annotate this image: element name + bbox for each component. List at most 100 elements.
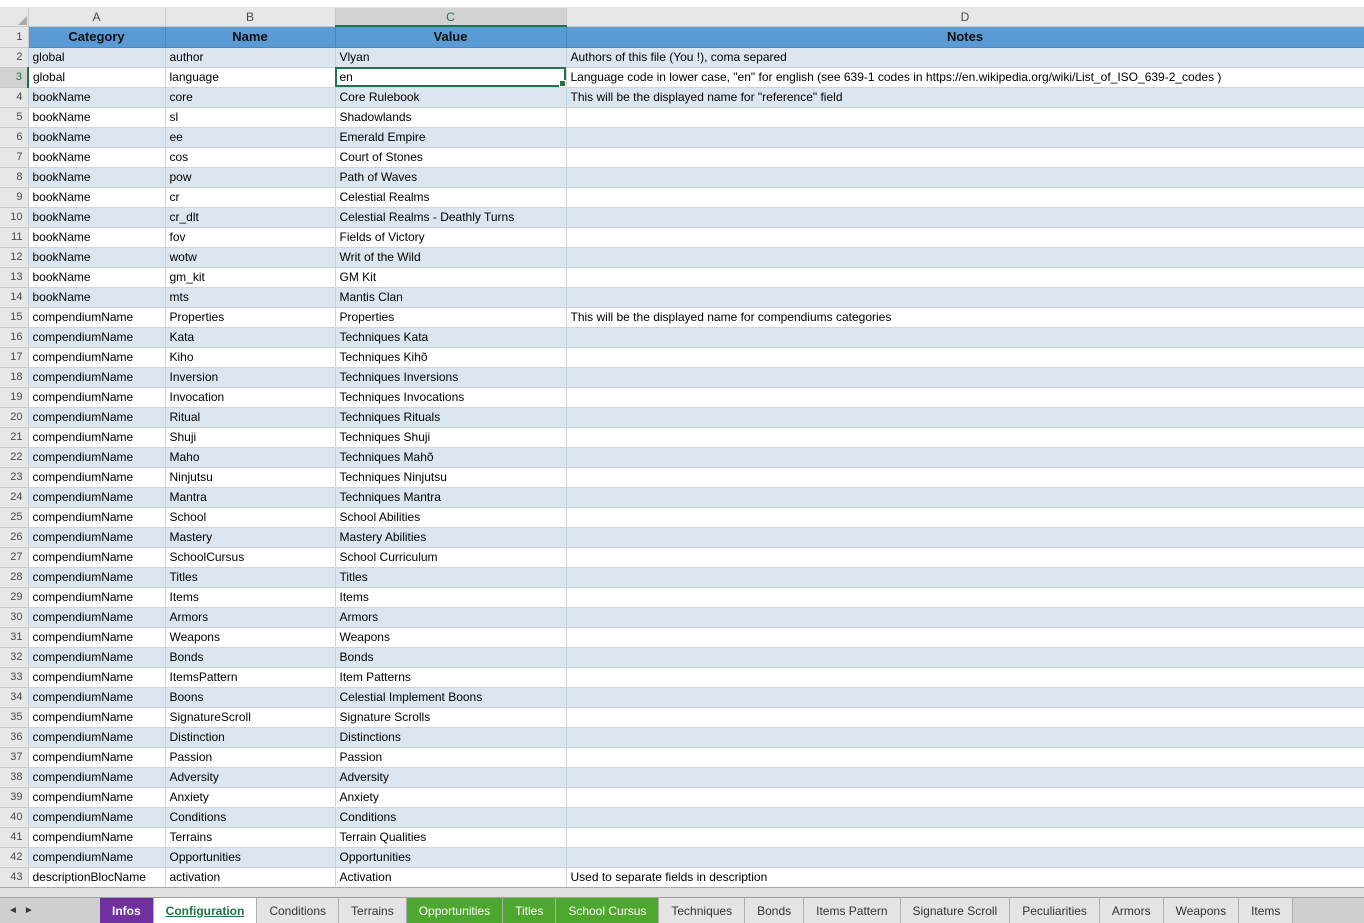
cell-name[interactable]: Weapons (165, 627, 335, 647)
row-header-17[interactable]: 17 (0, 347, 28, 367)
cell-value[interactable]: Item Patterns (335, 667, 566, 687)
cell-value[interactable]: Celestial Implement Boons (335, 687, 566, 707)
row-header-24[interactable]: 24 (0, 487, 28, 507)
cell-category[interactable]: compendiumName (28, 307, 165, 327)
cell-notes[interactable] (566, 407, 1364, 427)
cell-value[interactable]: Armors (335, 607, 566, 627)
cell-value[interactable]: GM Kit (335, 267, 566, 287)
cell-category[interactable]: compendiumName (28, 707, 165, 727)
sheet-tab-conditions[interactable]: Conditions (257, 898, 339, 923)
cell-name[interactable]: core (165, 87, 335, 107)
cell-value[interactable]: Path of Waves (335, 167, 566, 187)
cell-category[interactable]: compendiumName (28, 467, 165, 487)
cell-notes[interactable] (566, 647, 1364, 667)
cell-value[interactable]: Techniques Invocations (335, 387, 566, 407)
cell-category[interactable]: descriptionBlocName (28, 867, 165, 887)
cell-category[interactable]: compendiumName (28, 787, 165, 807)
cell-category[interactable]: bookName (28, 227, 165, 247)
cell-category[interactable]: bookName (28, 207, 165, 227)
cell-category[interactable]: compendiumName (28, 667, 165, 687)
cell-value[interactable]: Weapons (335, 627, 566, 647)
cell-category[interactable]: bookName (28, 87, 165, 107)
tabs-scroll-left-icon[interactable]: ◄ (8, 905, 18, 916)
cell-value[interactable]: Conditions (335, 807, 566, 827)
cell-notes[interactable] (566, 667, 1364, 687)
cell-category[interactable]: compendiumName (28, 507, 165, 527)
row-header-38[interactable]: 38 (0, 767, 28, 787)
cell-category[interactable]: compendiumName (28, 627, 165, 647)
cell-name[interactable]: School (165, 507, 335, 527)
cell-value[interactable]: Techniques Ninjutsu (335, 467, 566, 487)
cell-value[interactable]: Techniques Kata (335, 327, 566, 347)
cell-value[interactable]: Core Rulebook (335, 87, 566, 107)
cell-name[interactable]: Inversion (165, 367, 335, 387)
cell-value[interactable]: Techniques Mahõ (335, 447, 566, 467)
row-header-12[interactable]: 12 (0, 247, 28, 267)
sheet-tab-configuration[interactable]: Configuration (154, 898, 258, 923)
cell-name[interactable]: author (165, 47, 335, 67)
row-header-32[interactable]: 32 (0, 647, 28, 667)
row-header-22[interactable]: 22 (0, 447, 28, 467)
cell-notes[interactable] (566, 527, 1364, 547)
cell-name[interactable]: Ninjutsu (165, 467, 335, 487)
cell-name[interactable]: gm_kit (165, 267, 335, 287)
cell-category[interactable]: bookName (28, 107, 165, 127)
row-header-25[interactable]: 25 (0, 507, 28, 527)
cell-name[interactable]: pow (165, 167, 335, 187)
cell-name[interactable]: Anxiety (165, 787, 335, 807)
cell-category[interactable]: compendiumName (28, 807, 165, 827)
row-header-27[interactable]: 27 (0, 547, 28, 567)
sheet-tab-signature-scroll[interactable]: Signature Scroll (901, 898, 1011, 923)
cell-notes[interactable]: Used to separate fields in description (566, 867, 1364, 887)
row-header-2[interactable]: 2 (0, 47, 28, 67)
row-header-19[interactable]: 19 (0, 387, 28, 407)
cell-category[interactable]: compendiumName (28, 387, 165, 407)
sheet-tab-items-pattern[interactable]: Items Pattern (804, 898, 900, 923)
cell-value[interactable]: Titles (335, 567, 566, 587)
cell-name[interactable]: language (165, 67, 335, 87)
sheet-tab-school-cursus[interactable]: School Cursus (556, 898, 659, 923)
cell-value[interactable]: Techniques Inversions (335, 367, 566, 387)
cell-name[interactable]: Armors (165, 607, 335, 627)
row-header-4[interactable]: 4 (0, 87, 28, 107)
cell-notes[interactable] (566, 707, 1364, 727)
cell-name[interactable]: Bonds (165, 647, 335, 667)
cell-notes[interactable] (566, 167, 1364, 187)
cell-value[interactable]: Techniques Mantra (335, 487, 566, 507)
cell-name[interactable]: Terrains (165, 827, 335, 847)
row-header-15[interactable]: 15 (0, 307, 28, 327)
cell-name[interactable]: Invocation (165, 387, 335, 407)
cell-name[interactable]: Ritual (165, 407, 335, 427)
sheet-tab-terrains[interactable]: Terrains (339, 898, 407, 923)
cell-name[interactable]: cr_dlt (165, 207, 335, 227)
cell-notes[interactable] (566, 687, 1364, 707)
cell-notes[interactable] (566, 447, 1364, 467)
cell-category[interactable]: compendiumName (28, 747, 165, 767)
cell-notes[interactable] (566, 287, 1364, 307)
cell-name[interactable]: Kata (165, 327, 335, 347)
cell-notes[interactable] (566, 807, 1364, 827)
cell-name[interactable]: Kiho (165, 347, 335, 367)
cell-notes[interactable] (566, 427, 1364, 447)
cell-category[interactable]: compendiumName (28, 427, 165, 447)
cell-value[interactable]: en (335, 67, 566, 87)
row-header-16[interactable]: 16 (0, 327, 28, 347)
cell-category[interactable]: global (28, 47, 165, 67)
cell-value[interactable]: Properties (335, 307, 566, 327)
header-cell-value[interactable]: Value (335, 26, 566, 47)
cell-notes[interactable] (566, 367, 1364, 387)
cell-value[interactable]: Vlyan (335, 47, 566, 67)
cell-notes[interactable] (566, 327, 1364, 347)
cell-notes[interactable]: Authors of this file (You !), coma separ… (566, 47, 1364, 67)
sheet-tab-peculiarities[interactable]: Peculiarities (1010, 898, 1100, 923)
column-header-B[interactable]: B (165, 8, 335, 26)
tabs-scroll-right-icon[interactable]: ► (24, 905, 34, 916)
cell-category[interactable]: compendiumName (28, 767, 165, 787)
cell-category[interactable]: bookName (28, 127, 165, 147)
row-header-42[interactable]: 42 (0, 847, 28, 867)
select-all-corner[interactable] (0, 8, 28, 26)
cell-category[interactable]: compendiumName (28, 327, 165, 347)
cell-value[interactable]: Activation (335, 867, 566, 887)
cell-name[interactable]: ee (165, 127, 335, 147)
header-cell-notes[interactable]: Notes (566, 26, 1364, 47)
